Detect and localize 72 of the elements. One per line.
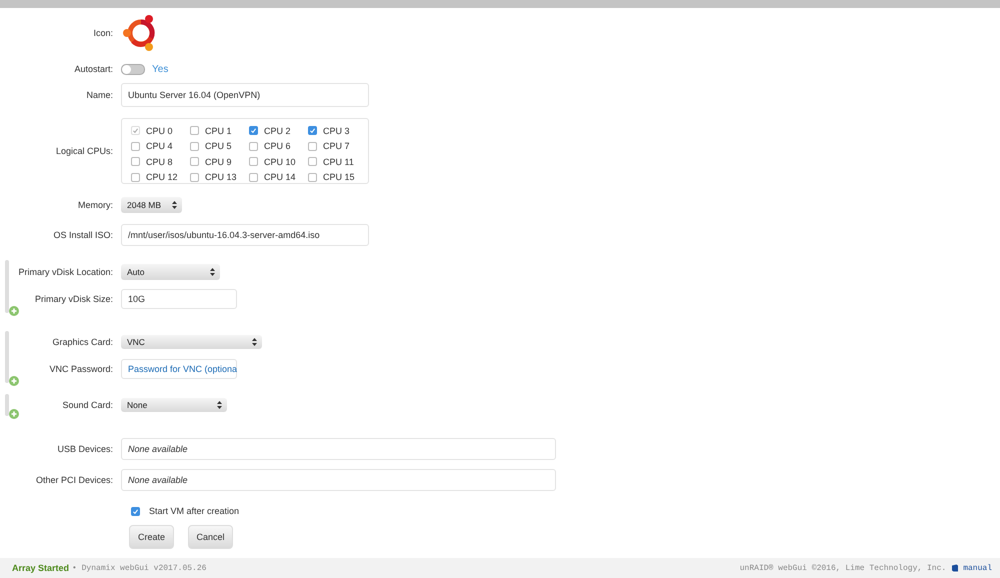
checkbox[interactable] xyxy=(308,126,317,136)
copyright-text: unRAID® webGui ©2016, Lime Technology, Inc. xyxy=(740,564,946,572)
up-down-arrows-icon xyxy=(217,401,222,409)
cpu-label: CPU 8 xyxy=(146,156,173,167)
form-button[interactable]: Create xyxy=(129,525,174,549)
checkbox[interactable] xyxy=(249,142,258,151)
checkbox[interactable] xyxy=(190,172,199,182)
version-text: • Dynamix webGui v2017.05.26 xyxy=(72,564,206,572)
cpu-label: CPU 5 xyxy=(205,141,232,152)
cpu-label: CPU 7 xyxy=(323,141,350,152)
up-down-arrows-icon xyxy=(172,201,177,209)
password-field[interactable]: Password for VNC (optiona xyxy=(121,359,237,379)
cpu-label: CPU 12 xyxy=(146,172,178,182)
dropdown[interactable]: 2048 MB xyxy=(121,197,182,213)
cpu-label: CPU 11 xyxy=(323,156,354,167)
checkbox[interactable] xyxy=(249,157,258,166)
field-label: Primary vDisk Location: xyxy=(17,267,114,277)
checkbox-label: Start VM after creation xyxy=(149,506,240,516)
field-label: Memory: xyxy=(76,200,114,210)
dropdown[interactable]: None xyxy=(121,398,227,412)
text-field[interactable]: None available xyxy=(121,438,556,460)
field-label: Autostart: xyxy=(73,64,114,74)
checkbox[interactable] xyxy=(190,126,199,136)
checkbox[interactable] xyxy=(131,157,140,166)
cpu-label: CPU 0 xyxy=(146,126,173,136)
field-label: USB Devices: xyxy=(56,444,114,454)
checkbox[interactable] xyxy=(249,172,258,182)
field-label: Primary vDisk Size: xyxy=(34,294,114,304)
toggle-switch[interactable] xyxy=(121,64,145,74)
checkbox[interactable] xyxy=(308,172,317,182)
text-field[interactable]: /mnt/user/isos/ubuntu-16.04.3-server-amd64.iso xyxy=(121,224,369,246)
book-icon xyxy=(951,564,960,572)
cpu-label: CPU 9 xyxy=(205,156,232,167)
form-button[interactable]: Cancel xyxy=(188,525,233,549)
add-icon[interactable] xyxy=(9,409,19,419)
checkbox[interactable] xyxy=(190,157,199,166)
manual-link[interactable]: manual xyxy=(963,564,992,572)
checkbox[interactable] xyxy=(249,126,258,136)
add-icon[interactable] xyxy=(9,376,19,386)
cpu-label: CPU 2 xyxy=(264,126,291,136)
toggle-value: Yes xyxy=(152,64,168,74)
dropdown[interactable]: VNC xyxy=(121,335,262,349)
checkbox[interactable] xyxy=(131,142,140,151)
field-label: Graphics Card: xyxy=(51,337,114,347)
field-label: OS Install ISO: xyxy=(52,230,114,240)
checkbox[interactable] xyxy=(308,157,317,166)
text-field[interactable]: None available xyxy=(121,469,556,491)
up-down-arrows-icon xyxy=(210,268,215,276)
field-label: Icon: xyxy=(92,28,114,38)
cpu-label: CPU 1 xyxy=(205,126,232,136)
checkbox[interactable] xyxy=(190,142,199,151)
field-label: VNC Password: xyxy=(48,364,114,374)
cpu-label: CPU 6 xyxy=(264,141,291,152)
cpu-label: CPU 14 xyxy=(264,172,296,182)
checkbox[interactable] xyxy=(131,172,140,182)
cpu-label: CPU 13 xyxy=(205,172,237,182)
field-label: Other PCI Devices: xyxy=(34,475,114,485)
cpu-label: CPU 15 xyxy=(323,172,355,182)
field-label: Name: xyxy=(85,90,114,100)
checkbox[interactable] xyxy=(131,506,140,516)
cpu-label: CPU 4 xyxy=(146,141,173,152)
up-down-arrows-icon xyxy=(252,338,257,346)
checkbox[interactable] xyxy=(308,142,317,151)
array-status: Array Started xyxy=(12,563,70,573)
cpu-label: CPU 3 xyxy=(323,126,350,136)
add-icon[interactable] xyxy=(9,306,19,316)
field-label: Sound Card: xyxy=(61,400,114,410)
dropdown[interactable]: Auto xyxy=(121,264,220,280)
field-label: Logical CPUs: xyxy=(54,146,114,156)
text-field[interactable]: 10G xyxy=(121,289,237,309)
text-field[interactable]: Ubuntu Server 16.04 (OpenVPN) xyxy=(121,83,369,107)
cpu-label: CPU 10 xyxy=(264,156,296,167)
